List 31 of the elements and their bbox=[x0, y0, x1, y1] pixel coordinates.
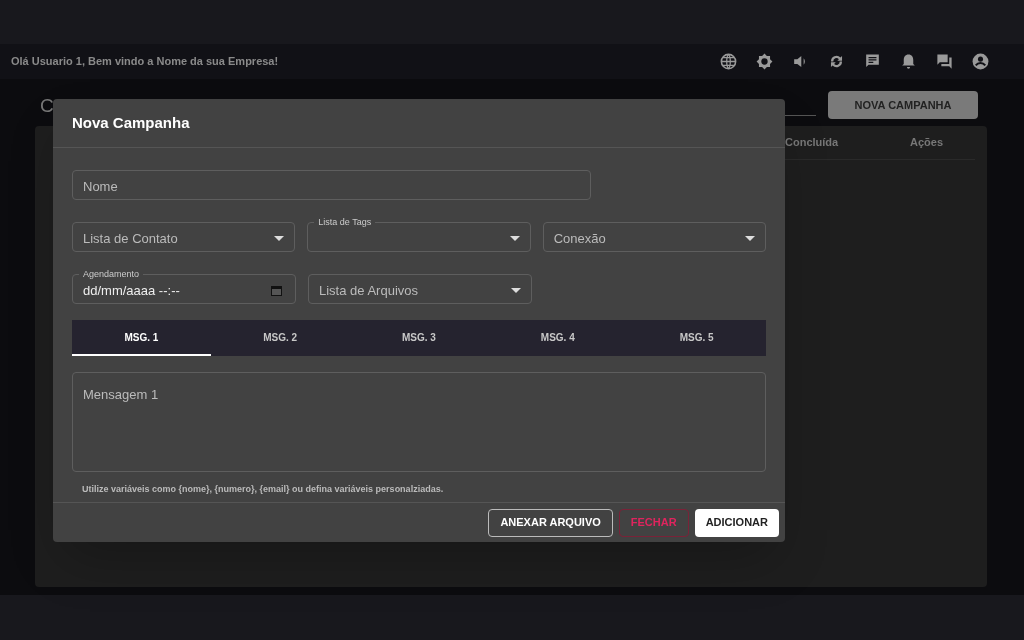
message-tab[interactable]: MSG. 4 bbox=[488, 320, 628, 356]
forum-icon[interactable] bbox=[935, 52, 954, 71]
dropdown-caret-icon bbox=[509, 236, 520, 241]
calendar-icon bbox=[271, 284, 282, 296]
name-field[interactable]: Nome bbox=[72, 170, 591, 200]
message-tab[interactable]: MSG. 5 bbox=[627, 320, 766, 356]
dialog-title: Nova Campanha bbox=[72, 112, 190, 133]
dropdown-caret-icon bbox=[511, 288, 521, 293]
field-label: Lista de Tags bbox=[314, 215, 376, 229]
field-label: Agendamento bbox=[79, 267, 144, 281]
select-field[interactable]: Lista de Arquivos bbox=[308, 274, 532, 304]
dialog-button[interactable]: ANEXAR ARQUIVO bbox=[488, 508, 613, 537]
dropdown-caret-icon bbox=[274, 236, 285, 241]
message-tab[interactable]: MSG. 2 bbox=[210, 320, 350, 356]
welcome-text: Olá Usuario 1, Bem vindo a Nome da sua Empresa! bbox=[11, 54, 279, 70]
new-campaign-button[interactable]: NOVA CAMPANHA bbox=[828, 91, 978, 119]
dropdown-caret-icon bbox=[745, 236, 755, 241]
account-icon[interactable] bbox=[971, 52, 990, 71]
select-field[interactable]: Conexão bbox=[542, 222, 766, 252]
search-underline bbox=[785, 115, 816, 116]
dialog-button[interactable]: ADICIONAR bbox=[694, 508, 779, 537]
brightness-icon[interactable] bbox=[755, 52, 774, 71]
column-header: Concluída bbox=[785, 135, 840, 151]
helper-text: Utilize variáveis como {nome}, {numero}, {email} ou defina variáveis personalziadas. bbox=[82, 484, 444, 494]
message-tab[interactable]: MSG. 1 bbox=[72, 320, 211, 356]
message-field[interactable]: Mensagem 1 bbox=[72, 372, 766, 472]
page-title: C bbox=[40, 94, 54, 118]
message-tab[interactable]: MSG. 3 bbox=[349, 320, 489, 356]
column-header: Ações bbox=[910, 135, 944, 151]
select-field[interactable]: Lista de Contato bbox=[72, 222, 296, 252]
globe-icon[interactable] bbox=[719, 52, 738, 71]
